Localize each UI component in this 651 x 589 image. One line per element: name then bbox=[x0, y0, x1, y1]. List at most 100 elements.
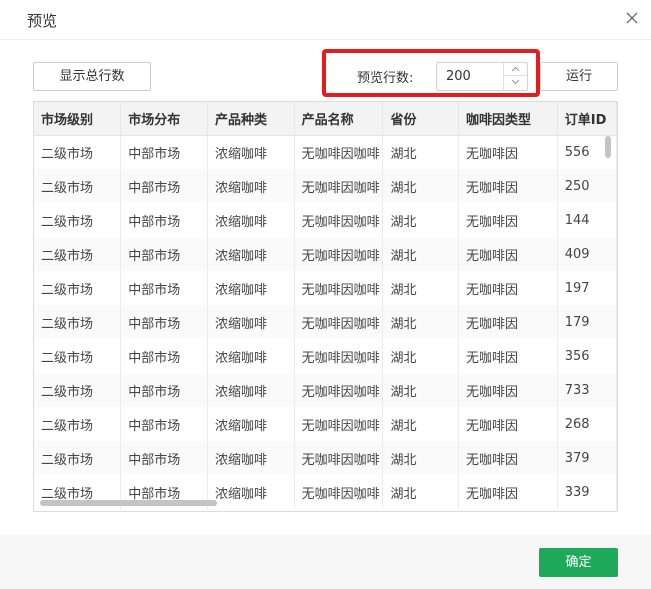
table-cell: 无咖啡因咖啡 bbox=[294, 305, 384, 339]
table-cell: 二级市场 bbox=[34, 441, 122, 475]
table-cell: 中部市场 bbox=[120, 169, 208, 203]
table-cell: 浓缩咖啡 bbox=[207, 237, 295, 271]
table-cell: 无咖啡因 bbox=[458, 305, 558, 339]
stepper-buttons bbox=[503, 63, 527, 90]
table-cell: 无咖啡因咖啡 bbox=[294, 169, 384, 203]
table-cell: 中部市场 bbox=[120, 407, 208, 441]
table-row[interactable]: 二级市场 中部市场 浓缩咖啡 无咖啡因咖啡 湖北 无咖啡因 556 bbox=[34, 135, 617, 169]
table-cell: 湖北 bbox=[382, 169, 459, 203]
column-header[interactable]: 产品名称 bbox=[294, 102, 384, 136]
table-cell: 浓缩咖啡 bbox=[207, 441, 295, 475]
table-cell: 无咖啡因 bbox=[458, 271, 558, 305]
table-cell: 湖北 bbox=[382, 475, 459, 509]
table-cell: 中部市场 bbox=[120, 339, 208, 373]
confirm-button[interactable]: 确定 bbox=[539, 548, 618, 577]
table-cell: 湖北 bbox=[382, 237, 459, 271]
horizontal-scrollbar[interactable] bbox=[40, 500, 217, 506]
table-cell: 无咖啡因咖啡 bbox=[294, 407, 384, 441]
table-cell: 无咖啡因 bbox=[458, 169, 558, 203]
table-cell: 无咖啡因咖啡 bbox=[294, 135, 384, 169]
table-cell: 二级市场 bbox=[34, 305, 122, 339]
table-cell: 中部市场 bbox=[120, 441, 208, 475]
table-cell: 无咖啡因 bbox=[458, 475, 558, 509]
column-header[interactable]: 订单ID bbox=[557, 102, 617, 136]
table-cell: 浓缩咖啡 bbox=[207, 203, 295, 237]
table-cell: 湖北 bbox=[382, 407, 459, 441]
table-cell: 无咖啡因咖啡 bbox=[294, 237, 384, 271]
column-header[interactable]: 市场级别 bbox=[34, 102, 122, 136]
table-cell: 144 bbox=[557, 203, 617, 237]
column-header[interactable]: 市场分布 bbox=[120, 102, 208, 136]
table-cell: 二级市场 bbox=[34, 135, 122, 169]
table-cell: 浓缩咖啡 bbox=[207, 271, 295, 305]
table-cell: 中部市场 bbox=[120, 305, 208, 339]
show-total-rows-button[interactable]: 显示总行数 bbox=[33, 62, 151, 91]
run-button[interactable]: 运行 bbox=[540, 62, 618, 91]
table-cell: 无咖啡因 bbox=[458, 339, 558, 373]
table-row[interactable]: 二级市场 中部市场 浓缩咖啡 无咖啡因咖啡 湖北 无咖啡因 179 bbox=[34, 305, 617, 339]
column-header[interactable]: 省份 bbox=[382, 102, 459, 136]
preview-rows-stepper[interactable]: 200 bbox=[436, 62, 528, 91]
table-cell: 409 bbox=[557, 237, 617, 271]
table-cell: 二级市场 bbox=[34, 271, 122, 305]
table-cell: 浓缩咖啡 bbox=[207, 305, 295, 339]
table-row[interactable]: 二级市场 中部市场 浓缩咖啡 无咖啡因咖啡 湖北 无咖啡因 197 bbox=[34, 271, 617, 305]
table-cell: 中部市场 bbox=[120, 237, 208, 271]
table-cell: 湖北 bbox=[382, 203, 459, 237]
table-cell: 379 bbox=[557, 441, 617, 475]
table-cell: 268 bbox=[557, 407, 617, 441]
table-cell: 浓缩咖啡 bbox=[207, 135, 295, 169]
preview-table: 市场级别 市场分布 产品种类 产品名称 省份 咖啡因类型 订单ID 二级市场 中部… bbox=[34, 102, 617, 509]
table-cell: 无咖啡因 bbox=[458, 407, 558, 441]
table-cell: 无咖啡因 bbox=[458, 373, 558, 407]
table-cell: 二级市场 bbox=[34, 203, 122, 237]
table-row[interactable]: 二级市场 中部市场 浓缩咖啡 无咖啡因咖啡 湖北 无咖啡因 733 bbox=[34, 373, 617, 407]
table-cell: 179 bbox=[557, 305, 617, 339]
table-cell: 无咖啡因 bbox=[458, 203, 558, 237]
table-row[interactable]: 二级市场 中部市场 浓缩咖啡 无咖啡因咖啡 湖北 无咖啡因 409 bbox=[34, 237, 617, 271]
chevron-down-icon[interactable] bbox=[504, 76, 527, 89]
close-icon[interactable] bbox=[620, 6, 644, 30]
table-cell: 中部市场 bbox=[120, 373, 208, 407]
table-row[interactable]: 二级市场 中部市场 浓缩咖啡 无咖啡因咖啡 湖北 无咖啡因 379 bbox=[34, 441, 617, 475]
table-cell: 339 bbox=[557, 475, 617, 509]
table-cell: 湖北 bbox=[382, 373, 459, 407]
table-cell: 湖北 bbox=[382, 441, 459, 475]
table-cell: 浓缩咖啡 bbox=[207, 407, 295, 441]
table-cell: 无咖啡因 bbox=[458, 441, 558, 475]
table-cell: 浓缩咖啡 bbox=[207, 169, 295, 203]
table-cell: 无咖啡因 bbox=[458, 135, 558, 169]
chevron-up-icon[interactable] bbox=[504, 63, 527, 76]
table-header-row: 市场级别 市场分布 产品种类 产品名称 省份 咖啡因类型 订单ID bbox=[34, 102, 617, 136]
table-cell: 二级市场 bbox=[34, 237, 122, 271]
table-cell: 无咖啡因咖啡 bbox=[294, 475, 384, 509]
table-row[interactable]: 二级市场 中部市场 浓缩咖啡 无咖啡因咖啡 湖北 无咖啡因 356 bbox=[34, 339, 617, 373]
table-cell: 中部市场 bbox=[120, 271, 208, 305]
table-cell: 250 bbox=[557, 169, 617, 203]
table-row[interactable]: 二级市场 中部市场 浓缩咖啡 无咖啡因咖啡 湖北 无咖啡因 250 bbox=[34, 169, 617, 203]
table-row[interactable]: 二级市场 中部市场 浓缩咖啡 无咖啡因咖啡 湖北 无咖啡因 144 bbox=[34, 203, 617, 237]
table-cell: 无咖啡因 bbox=[458, 237, 558, 271]
table-cell: 湖北 bbox=[382, 339, 459, 373]
table-cell: 无咖啡因咖啡 bbox=[294, 339, 384, 373]
table-cell: 中部市场 bbox=[120, 203, 208, 237]
table-cell: 无咖啡因咖啡 bbox=[294, 203, 384, 237]
table-row[interactable]: 二级市场 中部市场 浓缩咖啡 无咖啡因咖啡 湖北 无咖啡因 268 bbox=[34, 407, 617, 441]
table-cell: 浓缩咖啡 bbox=[207, 475, 295, 509]
table-cell: 二级市场 bbox=[34, 169, 122, 203]
table-cell: 二级市场 bbox=[34, 339, 122, 373]
table-cell: 湖北 bbox=[382, 135, 459, 169]
dialog-title: 预览 bbox=[27, 12, 58, 30]
column-header[interactable]: 产品种类 bbox=[207, 102, 295, 136]
vertical-scrollbar[interactable] bbox=[605, 136, 611, 158]
dialog-titlebar: 预览 bbox=[0, 0, 651, 40]
preview-rows-input[interactable]: 200 bbox=[446, 69, 471, 84]
table-cell: 无咖啡因咖啡 bbox=[294, 271, 384, 305]
table-cell: 浓缩咖啡 bbox=[207, 339, 295, 373]
column-header[interactable]: 咖啡因类型 bbox=[458, 102, 558, 136]
table-cell: 无咖啡因咖啡 bbox=[294, 373, 384, 407]
table-cell: 二级市场 bbox=[34, 373, 122, 407]
table-cell: 湖北 bbox=[382, 305, 459, 339]
preview-data-grid[interactable]: 市场级别 市场分布 产品种类 产品名称 省份 咖啡因类型 订单ID 二级市场 中部… bbox=[33, 101, 618, 512]
table-cell: 733 bbox=[557, 373, 617, 407]
